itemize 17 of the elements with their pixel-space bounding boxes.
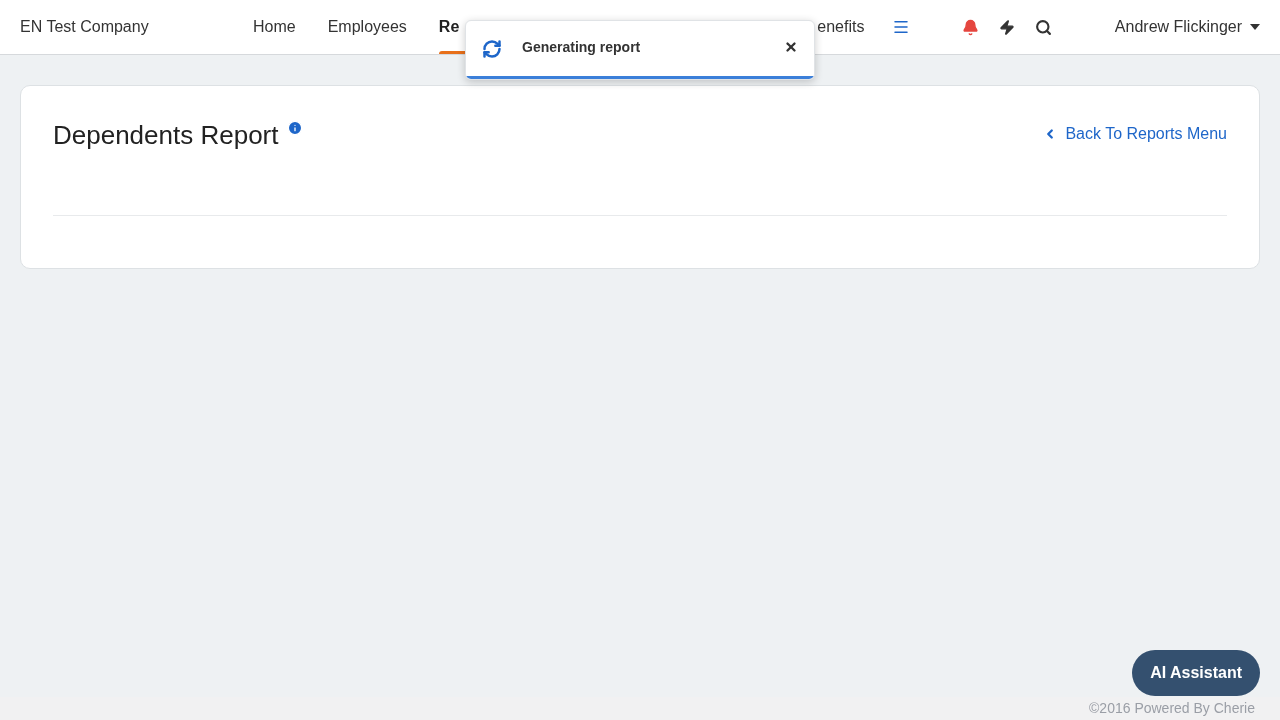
- ai-assistant-button[interactable]: AI Assistant: [1132, 650, 1260, 696]
- notification-bell-icon[interactable]: [962, 18, 980, 36]
- company-name[interactable]: EN Test Company: [20, 15, 237, 39]
- info-icon[interactable]: [287, 120, 304, 136]
- nav-tab[interactable]: Home: [237, 0, 312, 54]
- refresh-icon: [482, 39, 502, 59]
- close-icon[interactable]: [784, 40, 798, 54]
- caret-icon: [1250, 24, 1260, 30]
- user-menu[interactable]: Andrew Flickinger: [1114, 15, 1260, 39]
- footer-text: ©2016 Powered By Cherie: [1089, 699, 1255, 718]
- back-link[interactable]: Back To Reports Menu: [1043, 122, 1227, 146]
- lightning-icon[interactable]: [999, 18, 1016, 36]
- menu-icon[interactable]: [892, 18, 911, 36]
- toast-message: Generating report: [522, 38, 641, 57]
- nav-tab[interactable]: Employees: [311, 0, 423, 54]
- page-title: Dependents Report: [53, 119, 279, 152]
- search-icon[interactable]: [1035, 18, 1053, 36]
